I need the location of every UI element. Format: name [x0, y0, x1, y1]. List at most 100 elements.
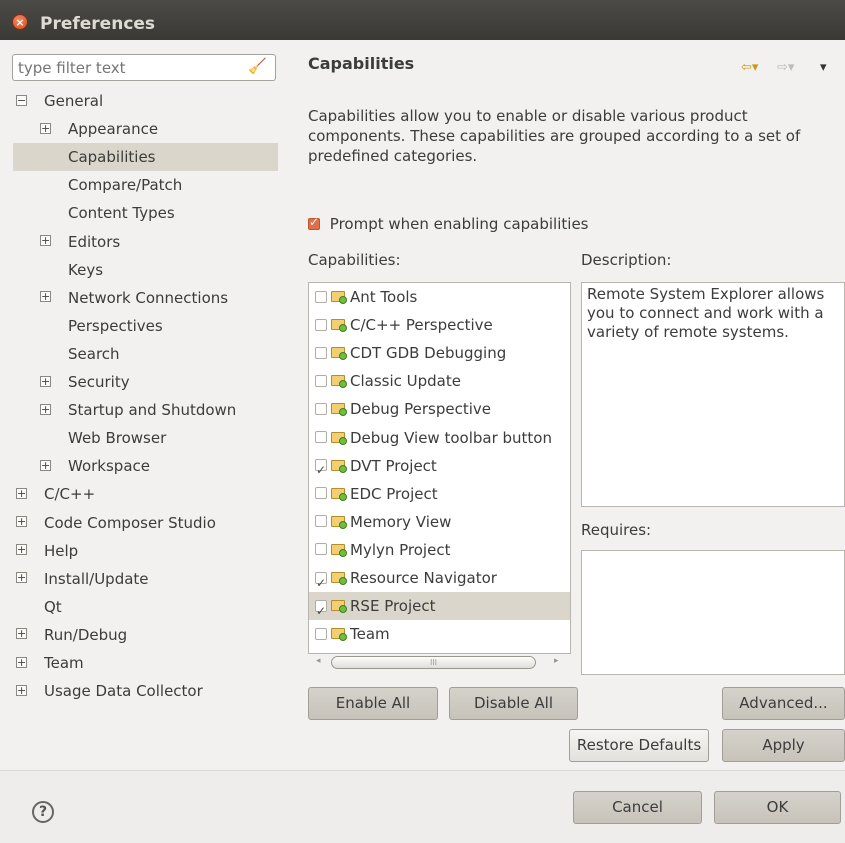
- tree-item-label: Startup and Shutdown: [68, 401, 237, 420]
- capability-checkbox[interactable]: [315, 431, 327, 443]
- tree-item-label: Keys: [68, 260, 104, 279]
- expand-icon[interactable]: +: [16, 628, 27, 640]
- tree-item[interactable]: Search: [40, 341, 120, 367]
- collapse-icon[interactable]: −: [16, 94, 27, 106]
- tree-item[interactable]: Perspectives: [40, 313, 163, 339]
- expand-icon[interactable]: +: [16, 544, 27, 556]
- filter-input[interactable]: [13, 55, 238, 79]
- tree-item[interactable]: + Usage Data Collector: [16, 678, 203, 704]
- capability-checkbox[interactable]: [315, 346, 327, 359]
- help-icon[interactable]: ?: [32, 801, 54, 823]
- capability-item[interactable]: Ant Tools: [309, 283, 570, 311]
- tree-item[interactable]: + Code Composer Studio: [16, 510, 216, 536]
- capability-item[interactable]: Mylyn Project: [309, 536, 570, 564]
- capability-checkbox[interactable]: [315, 456, 327, 484]
- description-box: Remote System Explorer allows you to con…: [581, 282, 845, 507]
- tree-item[interactable]: + Security: [40, 369, 130, 395]
- view-menu-icon[interactable]: ▾: [820, 60, 827, 75]
- capability-checkbox[interactable]: [315, 627, 327, 640]
- capability-item[interactable]: Memory View: [309, 508, 570, 536]
- capability-folder-icon: [331, 487, 347, 501]
- enable-all-button[interactable]: Enable All: [308, 687, 438, 720]
- tree-item[interactable]: Keys: [40, 257, 103, 283]
- tree-item[interactable]: + Help: [16, 538, 78, 564]
- capability-checkbox[interactable]: [315, 318, 327, 331]
- close-icon[interactable]: ×: [12, 14, 28, 30]
- capability-checkbox[interactable]: [315, 515, 327, 528]
- capability-item[interactable]: EDC Project: [309, 480, 570, 508]
- tree-item[interactable]: Web Browser: [40, 425, 166, 451]
- filter-field[interactable]: 🧹: [12, 54, 276, 81]
- prompt-checkbox[interactable]: [308, 215, 320, 230]
- capability-folder-icon: [331, 459, 347, 473]
- tree-item[interactable]: − General: [16, 88, 103, 114]
- expand-icon[interactable]: +: [40, 375, 51, 387]
- expand-icon[interactable]: +: [16, 487, 27, 499]
- capability-checkbox[interactable]: [315, 290, 327, 303]
- expand-icon[interactable]: +: [16, 684, 27, 696]
- tree-item[interactable]: + C/C++: [16, 481, 95, 507]
- expand-icon[interactable]: +: [16, 572, 27, 584]
- capability-checkbox[interactable]: [315, 487, 327, 500]
- prompt-checkbox-row[interactable]: Prompt when enabling capabilities: [308, 215, 589, 233]
- capability-folder-icon: [331, 600, 347, 614]
- expand-icon[interactable]: +: [40, 235, 51, 246]
- capability-item[interactable]: Resource Navigator: [309, 564, 570, 597]
- tree-item-label: Appearance: [68, 120, 159, 139]
- tree-item-label: Search: [68, 344, 120, 363]
- capability-item[interactable]: DVT Project: [309, 452, 570, 484]
- tree-item[interactable]: + Run/Debug: [16, 622, 127, 648]
- tree-item[interactable]: + Editors: [40, 229, 120, 255]
- apply-button[interactable]: Apply: [722, 729, 845, 762]
- cancel-button[interactable]: Cancel: [573, 791, 702, 824]
- expand-icon[interactable]: +: [40, 122, 51, 134]
- capability-item[interactable]: C/C++ Perspective: [309, 311, 570, 339]
- clear-filter-icon[interactable]: 🧹: [248, 57, 267, 75]
- capability-item[interactable]: Debug Perspective: [309, 395, 570, 423]
- tree-item[interactable]: + Appearance: [40, 116, 158, 142]
- scroll-left-icon[interactable]: ◂: [316, 656, 321, 666]
- capability-folder-icon: [331, 291, 347, 304]
- capability-checkbox[interactable]: [315, 597, 327, 625]
- expand-icon[interactable]: +: [40, 403, 51, 415]
- tree-item[interactable]: + Team: [16, 650, 84, 676]
- back-icon[interactable]: ⇦▾: [741, 60, 758, 75]
- tree-item[interactable]: + Install/Update: [16, 566, 149, 592]
- tree-item[interactable]: + Network Connections: [40, 285, 228, 311]
- capability-item[interactable]: CDT GDB Debugging: [309, 339, 570, 367]
- ok-button[interactable]: OK: [714, 791, 841, 824]
- restore-defaults-button[interactable]: Restore Defaults: [569, 729, 709, 762]
- requires-label: Requires:: [581, 521, 652, 539]
- expand-icon[interactable]: +: [16, 516, 27, 527]
- tree-item[interactable]: Capabilities: [40, 144, 156, 170]
- tree-item[interactable]: Qt: [16, 594, 62, 620]
- tree-item-label: Web Browser: [68, 429, 167, 448]
- expand-icon[interactable]: +: [40, 459, 51, 471]
- capability-item[interactable]: RSE Project: [309, 592, 570, 625]
- tree-item[interactable]: Compare/Patch: [40, 172, 182, 198]
- window-title: Preferences: [40, 14, 156, 34]
- capability-item[interactable]: Team: [309, 620, 570, 648]
- capability-checkbox[interactable]: [315, 374, 327, 387]
- tree-item[interactable]: + Workspace: [40, 453, 150, 479]
- capability-label: DVT Project: [350, 456, 437, 475]
- tree-item-label: C/C++: [44, 485, 96, 504]
- forward-icon[interactable]: ⇨▾: [777, 60, 794, 75]
- expand-icon[interactable]: +: [40, 291, 51, 303]
- tree-item-label: Content Types: [68, 204, 175, 223]
- scroll-right-icon[interactable]: ▸: [554, 656, 559, 666]
- capability-checkbox[interactable]: [315, 402, 327, 415]
- disable-all-button[interactable]: Disable All: [449, 687, 578, 720]
- expand-icon[interactable]: +: [16, 656, 27, 668]
- scroll-thumb[interactable]: III: [331, 656, 536, 669]
- capability-item[interactable]: Debug View toolbar button: [309, 424, 570, 452]
- horizontal-scrollbar[interactable]: ◂ III ▸: [308, 654, 571, 670]
- capabilities-list[interactable]: Ant Tools C/C++ Perspective CDT GDB Debugg…: [308, 282, 571, 654]
- capability-checkbox[interactable]: [315, 543, 327, 556]
- tree-item[interactable]: + Startup and Shutdown: [40, 397, 236, 423]
- capability-checkbox[interactable]: [315, 569, 327, 597]
- capability-item[interactable]: Classic Update: [309, 367, 570, 395]
- advanced-button[interactable]: Advanced...: [722, 687, 845, 720]
- tree-item[interactable]: Content Types: [40, 200, 175, 226]
- requires-box: [581, 550, 845, 675]
